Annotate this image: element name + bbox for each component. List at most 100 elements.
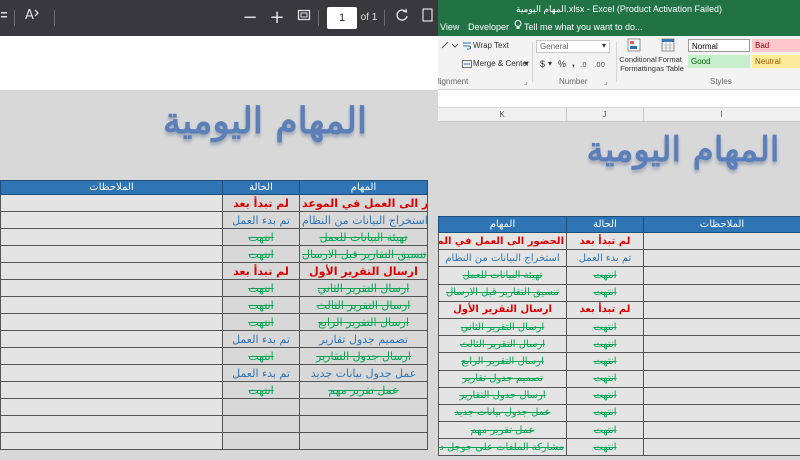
style-neutral[interactable]: Neutral [752,55,800,68]
table-row: تم بدء العمل استخراج البيانات من النظام [0,211,428,229]
notes-cell[interactable] [643,283,800,302]
notes-cell[interactable] [643,403,800,423]
status-cell[interactable]: انتهت [566,335,644,354]
wrap-text-icon[interactable] [462,41,472,53]
table-row: تهيئة البيانات للعمل انتهت [438,266,800,285]
excel-pane: المهام اليومية.xlsx - Excel (Product Act… [438,0,800,460]
wrap-text-button[interactable]: Wrap Text [473,41,509,50]
header-task[interactable]: المهام [438,216,567,233]
status-cell[interactable]: لم تبدأ بعد [566,231,644,251]
zoom-in-button[interactable]: + [267,0,287,36]
currency-button[interactable]: $ [540,59,545,69]
conditional-formatting-button[interactable]: Conditional Formatting [617,55,659,73]
fit-page-icon[interactable] [294,0,314,36]
merge-center-button[interactable]: Merge & Center [473,59,529,68]
style-good[interactable]: Good [688,55,750,68]
notes-cell[interactable] [643,317,800,337]
header-status[interactable]: الحالة [566,216,644,233]
column-header-i[interactable]: I [643,108,800,122]
read-aloud-icon[interactable]: A [20,0,44,36]
notes-cell[interactable] [643,231,800,251]
status-cell[interactable]: انتهت [566,386,644,405]
task-cell[interactable]: ارسال التقرير الثالث [438,335,567,354]
notes-cell[interactable] [643,300,800,319]
status-cell[interactable]: انتهت [566,283,644,302]
task-cell[interactable]: ارسال جدول التقارير [438,386,567,405]
status-cell[interactable]: انتهت [566,317,644,337]
style-normal[interactable]: Normal [688,39,750,52]
increase-decimal-icon[interactable]: .0 [580,59,592,70]
status-cell[interactable]: انتهت [566,369,644,388]
dropdown-arrow-icon[interactable]: ▾ [524,59,528,68]
zoom-out-button[interactable]: − [240,0,260,36]
task-cell[interactable]: عمل تقرير مهم [438,421,567,440]
group-label-alignment: lignment [438,77,469,86]
pdf-page-margin [0,36,438,90]
task-cell[interactable]: الحضور الى العمل في الموعد [438,231,567,251]
style-bad[interactable]: Bad [752,39,800,52]
notes-cell[interactable] [643,369,800,388]
conditional-formatting-icon[interactable] [627,38,641,54]
formula-bar[interactable] [438,90,800,108]
notes-cell[interactable] [643,335,800,354]
task-cell[interactable]: عمل جدول بيانات جديد [438,403,567,423]
format-as-table-button[interactable]: Format as Table [655,55,685,73]
rotate-icon[interactable] [392,0,412,36]
task-cell[interactable]: استخراج البيانات من النظام [438,249,567,268]
notes-cell[interactable] [643,438,800,457]
currency-dropdown-icon[interactable]: ▾ [548,59,552,68]
group-separator [532,42,533,82]
pdf-task-table: الملاحظات الحالة المهام لم تبدأ بعدالحضو… [0,180,428,450]
table-row: انتهت تنسيق التقارير قبل الارسال [0,245,428,263]
status-cell: لم تبدأ بعد [222,262,300,280]
status-cell[interactable]: انتهت [566,352,644,371]
notes-cell [0,228,223,246]
table-row: ارسال التقرير الثالث انتهت [438,335,800,354]
notes-cell[interactable] [643,386,800,405]
column-header-j[interactable]: J [566,108,643,122]
task-cell[interactable]: تصميم جدول تقارير [438,369,567,388]
merge-center-icon[interactable] [462,59,472,71]
status-cell[interactable]: انتهت [566,266,644,285]
notes-cell[interactable] [643,249,800,268]
status-cell[interactable]: انتهت [566,421,644,440]
page-number-input[interactable]: 1 [327,7,357,29]
number-format-dropdown-icon[interactable]: ▾ [602,41,606,50]
notes-cell[interactable] [643,421,800,440]
decrease-decimal-icon[interactable]: .00 [594,59,606,70]
notes-cell [0,330,223,348]
table-row: تصميم جدول تقارير انتهت [438,369,800,388]
task-cell[interactable]: ارسال التقرير الأول [438,300,567,319]
task-cell[interactable]: تنسيق التقارير قبل الارسال [438,283,567,302]
notes-cell [0,279,223,297]
alignment-launcher-icon[interactable]: ⌟ [524,77,528,86]
orientation-icon[interactable] [440,40,460,52]
task-cell[interactable]: ارسال التقرير الرابع [438,352,567,371]
status-cell[interactable]: انتهت [566,438,644,457]
header-task: المهام [299,180,428,195]
tab-view[interactable]: View [440,18,459,36]
notes-cell[interactable] [643,352,800,371]
status-cell[interactable]: انتهت [566,403,644,423]
number-format-select[interactable]: General [536,40,610,53]
table-row: عمل جدول بيانات جديد انتهت [438,403,800,423]
header-notes[interactable]: الملاحظات [643,216,800,233]
header-status: الحالة [222,180,300,195]
format-as-table-icon[interactable] [661,38,675,54]
task-cell[interactable]: مشاركة الملفات على جوجل درايف [438,438,567,457]
status-cell[interactable]: تم بدء العمل [566,249,644,268]
menu-edge-icon[interactable] [0,0,10,36]
task-cell[interactable]: تهيئة البيانات للعمل [438,266,567,285]
task-cell[interactable]: ارسال التقرير الثاني [438,317,567,337]
tell-me-search[interactable]: Tell me what you want to do... [524,18,643,36]
comma-button[interactable]: , [572,58,575,69]
toolbar-separator [14,10,15,26]
tab-developer[interactable]: Developer [468,18,509,36]
status-cell[interactable]: لم تبدأ بعد [566,300,644,319]
column-header-k[interactable]: K [438,108,566,122]
page-view-icon[interactable] [418,0,438,36]
task-cell: ارسال التقرير الأول [299,262,428,280]
percent-button[interactable]: % [558,59,566,69]
notes-cell[interactable] [643,266,800,285]
number-launcher-icon[interactable]: ⌟ [604,77,608,86]
